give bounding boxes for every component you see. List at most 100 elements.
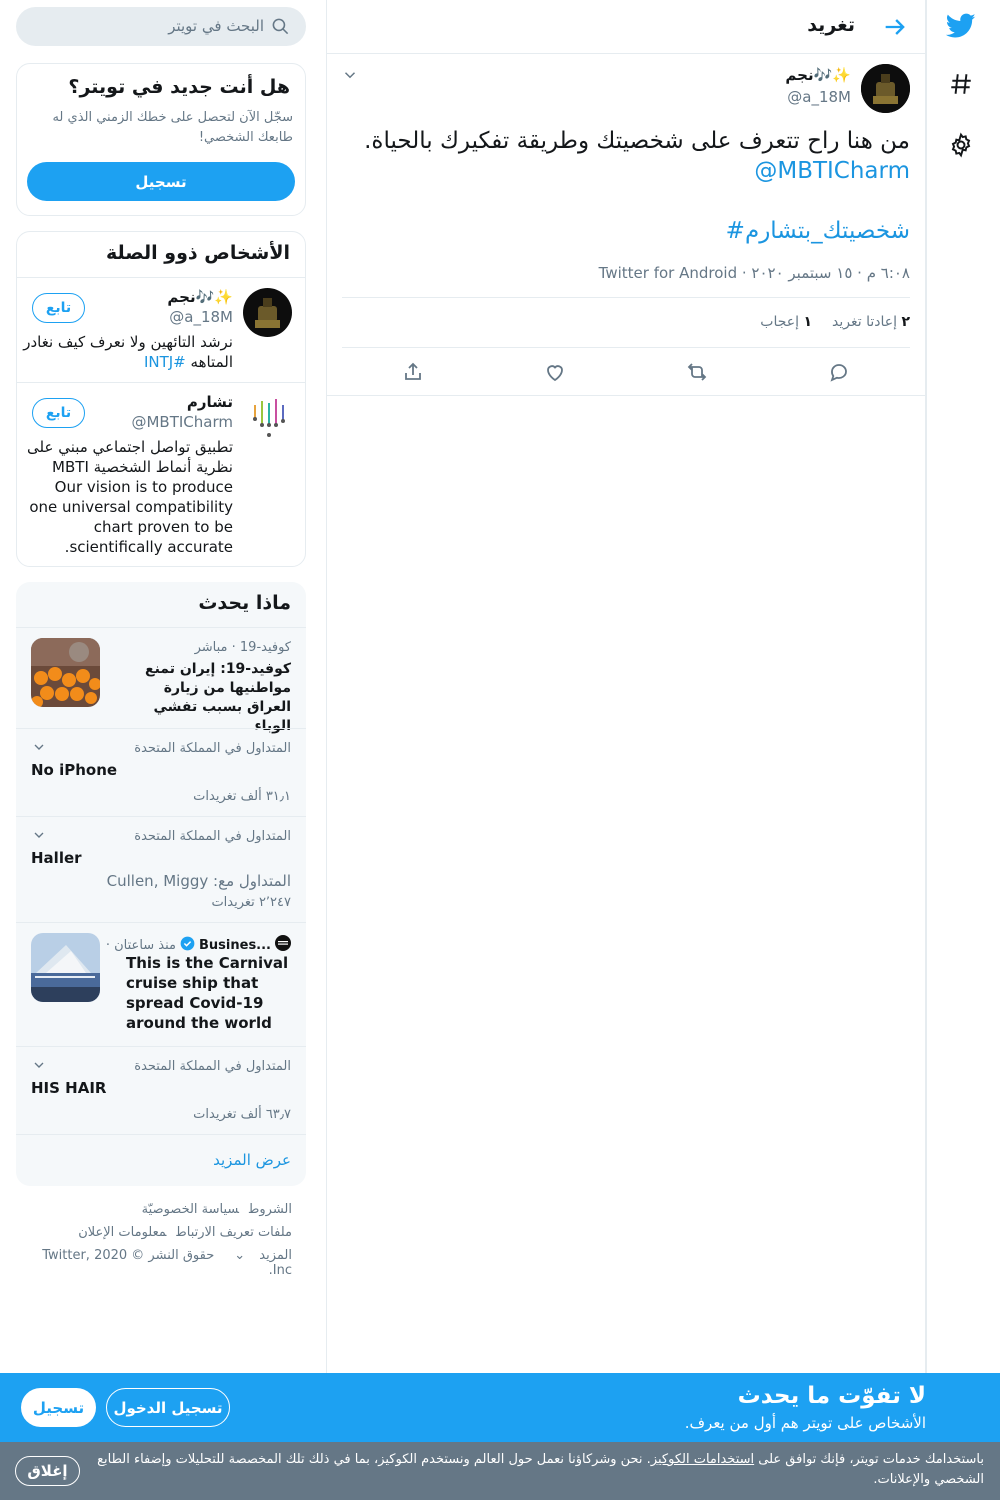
news-title: كوفيد-19: إيران تمنع مواطنيها من زيارة ا… — [145, 661, 291, 734]
trends-card-title: ماذا يحدث — [198, 592, 291, 614]
more-menu[interactable]: المزيد ⌄ — [224, 1248, 292, 1263]
chevron-down-icon[interactable] — [31, 1057, 47, 1073]
likes-stat[interactable]: ١ إعجاب — [760, 314, 812, 330]
retweets-stat[interactable]: ٢ إعادتا تغريد — [832, 314, 910, 330]
tweet-author-avatar[interactable] — [861, 64, 910, 113]
trend-count: ٣١٫١ ألف تغريدات — [193, 789, 291, 804]
terms-link[interactable]: الشروط — [249, 1202, 292, 1217]
follow-button[interactable]: تابع — [32, 398, 85, 428]
signup-banner-subheading: الأشخاص على تويتر هم أول من يعرف. — [684, 1414, 926, 1432]
person-handle: @a_18M — [169, 308, 233, 326]
retweet-icon[interactable] — [685, 360, 709, 384]
chevron-down-icon[interactable] — [31, 739, 47, 755]
trend-context: المتداول في المملكة المتحدة — [134, 1059, 291, 1074]
news-source: · منذ ساعتان Busines... — [106, 935, 291, 955]
bio-hashtag-link[interactable]: #INTJ — [144, 353, 186, 371]
news-title: This is the Carnival cruise ship that sp… — [126, 954, 289, 1032]
signup-button[interactable]: تسجيل — [21, 1388, 96, 1427]
ads-info-link[interactable]: معلومات الإعلان — [78, 1225, 166, 1240]
news-source-name: Busines... — [199, 937, 271, 953]
close-cookie-button[interactable]: إغلاق — [15, 1456, 80, 1486]
show-more-link[interactable]: عرض المزيد — [213, 1151, 291, 1169]
login-button[interactable]: تسجيل الدخول — [106, 1388, 230, 1427]
twitter-logo-icon[interactable] — [941, 6, 981, 46]
trend-title: HIS HAIR — [31, 1079, 107, 1097]
person-name[interactable]: تشارم — [187, 393, 233, 411]
tweet-hashtag-link[interactable]: #شخصيتك_بتشارم — [726, 218, 910, 244]
trend-related: المتداول مع: Cullen, Miggy — [106, 872, 291, 890]
trend-item[interactable]: المتداول في المملكة المتحدة HIS HAIR ٦٣٫… — [16, 1046, 306, 1134]
tweet-stats: ٢ إعادتا تغريد ١ إعجاب — [760, 314, 910, 330]
nav-rail — [926, 0, 1000, 1500]
trend-item[interactable]: المتداول في المملكة المتحدة Haller المتد… — [16, 816, 306, 922]
main-header: تغريد — [327, 0, 927, 54]
news-item[interactable]: كوفيد-19 · مباشر كوفيد-19: إيران تمنع مو… — [16, 627, 306, 734]
trend-count: ٢٬٢٤٧ تغريدات — [211, 895, 291, 910]
new-to-twitter-card: هل أنت جديد في تويتر؟ سجّل الآن لتحصل عل… — [16, 63, 306, 216]
verified-badge-icon — [180, 936, 195, 955]
relevant-people-card: الأشخاص ذوو الصلة نجم🎶✨ @a_18M نرشد التا… — [16, 231, 306, 567]
retweets-count: ٢ — [901, 314, 910, 330]
trend-count: ٦٣٫٧ ألف تغريدات — [193, 1107, 291, 1122]
tweet-author-handle[interactable]: @a_18M — [787, 88, 851, 106]
privacy-link[interactable]: سياسة الخصوصيّة — [142, 1202, 239, 1217]
share-icon[interactable] — [401, 360, 425, 384]
tweet-actions — [327, 348, 927, 396]
divider — [342, 297, 910, 298]
chevron-down-icon[interactable] — [31, 827, 47, 843]
news-thumbnail-image — [31, 933, 100, 1002]
back-arrow-icon[interactable] — [881, 13, 909, 41]
tweet-mention-link[interactable]: @MBTICharm — [754, 158, 910, 184]
person-item[interactable]: تشارم @MBTICharm تطبيق تواصل اجتماعي مبن… — [17, 382, 305, 566]
person-bio: نرشد التائهين ولا نعرف كيف نغادر المتاهه… — [23, 332, 233, 372]
people-card-title: الأشخاص ذوو الصلة — [106, 242, 290, 264]
trend-context: كوفيد-19 · مباشر — [194, 640, 291, 655]
settings-gear-icon[interactable] — [941, 125, 981, 165]
source-logo-icon — [275, 935, 291, 955]
avatar[interactable] — [243, 393, 292, 442]
tweet-text: من هنا راح تتعرف على شخصيتك وطريقة تفكير… — [364, 128, 910, 154]
person-bio-text: نرشد التائهين ولا نعرف كيف نغادر المتاهه — [23, 333, 233, 371]
tweet-timestamp[interactable]: ٦:٠٨ م · ١٥ سبتمبر ٢٠٢٠ · Twitter for An… — [599, 264, 910, 282]
new-card-title: هل أنت جديد في تويتر؟ — [68, 76, 290, 98]
likes-count: ١ — [803, 314, 813, 330]
search-box[interactable] — [16, 7, 306, 46]
trend-item[interactable]: المتداول في المملكة المتحدة No iPhone ٣١… — [16, 728, 306, 816]
avatar[interactable] — [243, 288, 292, 337]
tweet-author-name[interactable]: نجم🎶✨ — [785, 66, 851, 84]
news-item[interactable]: · منذ ساعتان Busines... This is the Carn… — [16, 922, 306, 1046]
news-time: · منذ ساعتان — [105, 937, 177, 953]
page-title: تغريد — [807, 14, 855, 36]
cookie-text-before: باستخدامك خدمات تويتر، فإنك توافق على — [754, 1452, 984, 1467]
follow-button[interactable]: تابع — [32, 293, 85, 323]
search-icon — [271, 17, 290, 36]
new-card-description: سجّل الآن لتحصل على خطك الزمني الذي له ط… — [52, 110, 293, 145]
person-bio: تطبيق تواصل اجتماعي مبني على نظرية أنماط… — [27, 438, 233, 556]
chevron-down-icon: ⌄ — [234, 1248, 246, 1263]
person-item[interactable]: نجم🎶✨ @a_18M نرشد التائهين ولا نعرف كيف … — [17, 277, 305, 382]
main-column: تغريد نجم🎶✨ @a_18M من هنا راح تتعرف على … — [326, 0, 927, 1500]
cookie-consent-bar: باستخدامك خدمات تويتر، فإنك توافق على اس… — [0, 1442, 1000, 1500]
cookie-text: باستخدامك خدمات تويتر، فإنك توافق على اس… — [94, 1450, 984, 1490]
search-input[interactable] — [32, 15, 264, 37]
trend-title: Haller — [31, 849, 82, 867]
trend-title: No iPhone — [31, 761, 118, 779]
whats-happening-card: ماذا يحدث كوفيد-19 · مباشر كوفيد-19: إير… — [16, 582, 306, 1186]
signup-banner: لا تفوّت ما يحدث الأشخاص على تويتر هم أو… — [0, 1373, 1000, 1442]
retweets-label: إعادتا تغريد — [832, 314, 897, 330]
like-heart-icon[interactable] — [543, 360, 567, 384]
trend-context: المتداول في المملكة المتحدة — [134, 741, 291, 756]
cookies-link[interactable]: ملفات تعريف الارتباط — [176, 1225, 292, 1240]
trend-context: المتداول في المملكة المتحدة — [134, 829, 291, 844]
signup-button[interactable]: تسجيل — [27, 162, 295, 201]
reply-icon[interactable] — [827, 360, 851, 384]
chevron-down-icon[interactable] — [341, 66, 359, 84]
person-handle: @MBTICharm — [131, 413, 233, 431]
divider — [16, 1134, 306, 1135]
footer: الشروط سياسة الخصوصيّة ملفات تعريف الارتب… — [16, 1202, 292, 1278]
hashtag-icon[interactable] — [941, 64, 981, 104]
likes-label: إعجاب — [760, 314, 800, 330]
person-name[interactable]: نجم🎶✨ — [167, 288, 233, 306]
cookie-policy-link[interactable]: استخدامات الكوكيز — [651, 1452, 754, 1467]
news-thumbnail-image — [31, 638, 100, 707]
